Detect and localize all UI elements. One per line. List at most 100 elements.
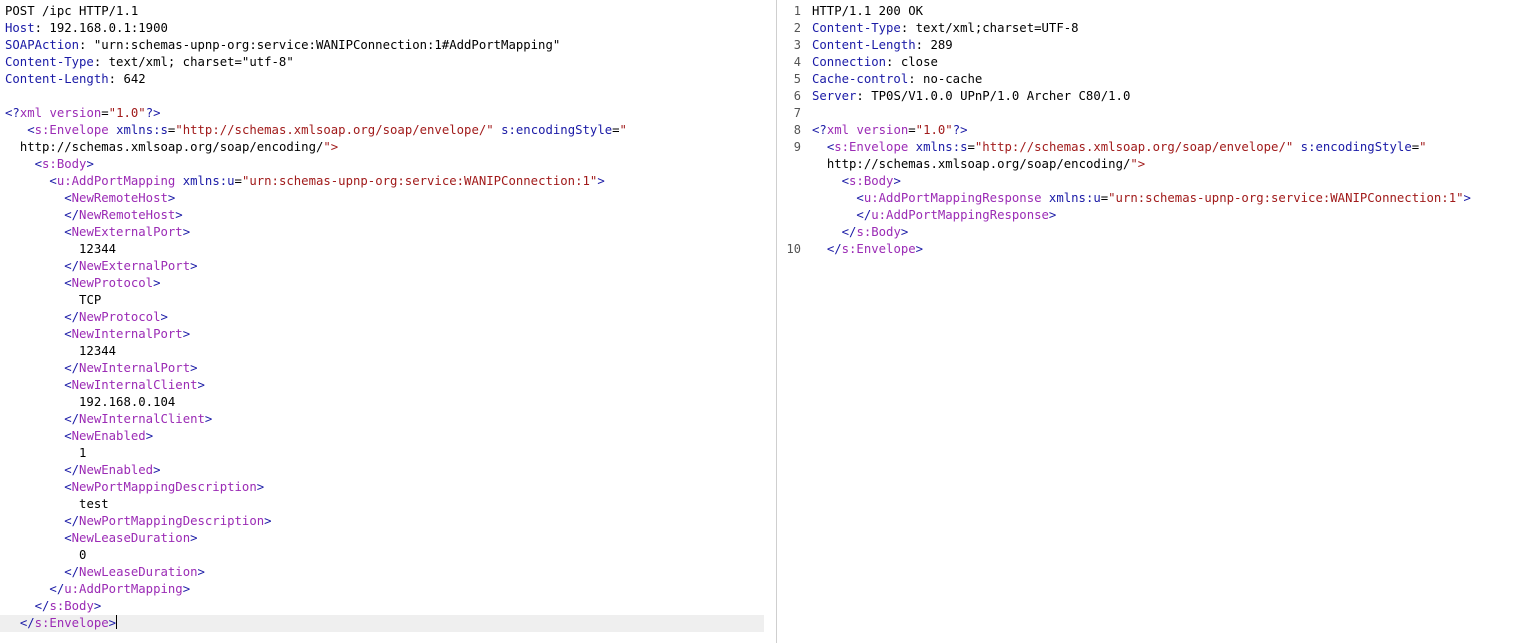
line-number (777, 190, 801, 207)
xml-line-text: <NewInternalPort> (64, 327, 191, 341)
header-value: : TP0S/V1.0.0 UPnP/1.0 Archer C80/1.0 (856, 89, 1131, 103)
line-number: 5 (793, 72, 801, 86)
header-name: Cache-control (812, 72, 909, 86)
xml-line-text: <NewRemoteHost> (64, 191, 176, 205)
xml-line-text: <NewEnabled> (64, 429, 154, 443)
body-line: </NewRemoteHost> (5, 207, 776, 224)
xml-line-text: <NewLeaseDuration> (64, 531, 198, 545)
body-line: </NewInternalPort> (5, 360, 776, 377)
body-line: </u:AddPortMappingResponse> (812, 207, 1540, 224)
body-line (812, 258, 1540, 275)
body-line: 12344 (5, 343, 776, 360)
body-line: <NewPortMappingDescription> (5, 479, 776, 496)
header-line: Content-Length: 642 (5, 71, 776, 88)
header-value: : 642 (108, 72, 146, 86)
request-text[interactable]: POST /ipc HTTP/1.1 Host: 192.168.0.1:1900… (0, 3, 776, 632)
line-number: 1 (793, 4, 801, 18)
header-line: HTTP/1.1 200 OK (812, 3, 1540, 20)
body-line: </s:Body> (812, 224, 1540, 241)
body-line: 192.168.0.104 (5, 394, 776, 411)
body-line: <NewInternalPort> (5, 326, 776, 343)
xml-line-text: 12344 (5, 242, 117, 256)
header-name: Content-Type (5, 55, 94, 69)
body-line: http://schemas.xmlsoap.org/soap/encoding… (812, 156, 1540, 173)
xml-line-text: </NewExternalPort> (64, 259, 198, 273)
http-message-viewer: POST /ipc HTTP/1.1 Host: 192.168.0.1:1900… (0, 0, 1540, 643)
body-line: 1 (5, 445, 776, 462)
header-name: Server (812, 89, 857, 103)
header-line: SOAPAction: "urn:schemas-upnp-org:servic… (5, 37, 776, 54)
request-editor[interactable]: POST /ipc HTTP/1.1 Host: 192.168.0.1:1900… (0, 0, 776, 643)
line-number: 8 (793, 123, 801, 137)
xml-line-text: TCP (79, 293, 102, 307)
body-line: </s:Envelope> (812, 241, 1540, 258)
xml-line-text: </s:Body> (34, 599, 102, 613)
header-line: Content-Type: text/xml; charset="utf-8" (5, 54, 776, 71)
header-line: Host: 192.168.0.1:1900 (5, 20, 776, 37)
body-line: <NewProtocol> (5, 275, 776, 292)
header-line: Connection: close (812, 54, 1540, 71)
header-line: Content-Type: text/xml;charset=UTF-8 (812, 20, 1540, 37)
body-line: 12344 (5, 241, 776, 258)
header-name: Content-Length (812, 38, 916, 52)
body-line: TCP (5, 292, 776, 309)
body-line: <NewInternalClient> (5, 377, 776, 394)
xml-line-text: <NewInternalClient> (64, 378, 205, 392)
header-line: Cache-control: no-cache (812, 71, 1540, 88)
header-value: : close (886, 55, 938, 69)
xml-line-text: </NewProtocol> (64, 310, 168, 324)
xml-line-text: <NewExternalPort> (64, 225, 191, 239)
header-line: POST /ipc HTTP/1.1 (5, 3, 776, 20)
xml-line-text: http://schemas.xmlsoap.org/soap/encoding… (826, 157, 1146, 171)
xml-line-text: </s:Envelope> (19, 616, 117, 630)
body-line: <u:AddPortMapping xmlns:u="urn:schemas-u… (5, 173, 776, 190)
body-line: <s:Body> (812, 173, 1540, 190)
line-number (777, 207, 801, 224)
body-line (5, 88, 776, 105)
xml-line-text: <?xml version="1.0"?> (812, 123, 968, 137)
response-editor[interactable]: 1 2 3 4 5 6 7 8 9 10 HTTP/1.1 200 OK Content-Type:… (777, 0, 1540, 643)
header-line: Server: TP0S/V1.0.0 UPnP/1.0 Archer C80/… (812, 88, 1540, 105)
body-line: </NewPortMappingDescription> (5, 513, 776, 530)
xml-line-text: </NewPortMappingDescription> (64, 514, 272, 528)
xml-line-text: <s:Envelope xmlns:s="http://schemas.xmls… (826, 140, 1427, 154)
xml-line-text: test (79, 497, 109, 511)
xml-line-text: </u:AddPortMapping> (49, 582, 191, 596)
xml-line-text: 12344 (5, 344, 117, 358)
body-line: <s:Body> (5, 156, 776, 173)
line-number: 2 (793, 21, 801, 35)
xml-line-text: </s:Envelope> (826, 242, 924, 256)
xml-line-text: 192.168.0.104 (5, 395, 176, 409)
body-line: </NewInternalClient> (5, 411, 776, 428)
body-line: <?xml version="1.0"?> (5, 105, 776, 122)
body-line: 0 (5, 547, 776, 564)
header-line: Content-Length: 289 (812, 37, 1540, 54)
xml-line-text: <s:Body> (841, 174, 901, 188)
start-line: HTTP/1.1 200 OK (812, 4, 924, 18)
header-name: SOAPAction (5, 38, 80, 52)
text-cursor (116, 615, 118, 629)
xml-line-text: <?xml version="1.0"?> (5, 106, 161, 120)
body-line: <NewExternalPort> (5, 224, 776, 241)
line-number: 3 (793, 38, 801, 52)
response-text[interactable]: HTTP/1.1 200 OK Content-Type: text/xml;ch… (812, 3, 1540, 275)
xml-line-text: <s:Envelope xmlns:s="http://schemas.xmls… (27, 123, 627, 137)
body-line: </NewProtocol> (5, 309, 776, 326)
header-value: : text/xml;charset=UTF-8 (900, 21, 1079, 35)
line-number (777, 156, 801, 173)
body-line: <u:AddPortMappingResponse xmlns:u="urn:s… (812, 190, 1540, 207)
body-line: <?xml version="1.0"?> (812, 122, 1540, 139)
xml-line-text: <u:AddPortMapping xmlns:u="urn:schemas-u… (49, 174, 605, 188)
header-name: Connection (812, 55, 887, 69)
body-line: <NewRemoteHost> (5, 190, 776, 207)
body-line: </NewEnabled> (5, 462, 776, 479)
xml-line-text: <u:AddPortMappingResponse xmlns:u="urn:s… (856, 191, 1471, 205)
xml-line-text: 1 (5, 446, 87, 460)
xml-line-text: http://schemas.xmlsoap.org/soap/encoding… (19, 140, 339, 154)
header-name: Host (5, 21, 35, 35)
body-line: </NewLeaseDuration> (5, 564, 776, 581)
body-line: <s:Envelope xmlns:s="http://schemas.xmls… (5, 122, 776, 139)
line-number: 9 (793, 140, 801, 154)
header-name: Content-Length (5, 72, 109, 86)
line-number (777, 173, 801, 190)
